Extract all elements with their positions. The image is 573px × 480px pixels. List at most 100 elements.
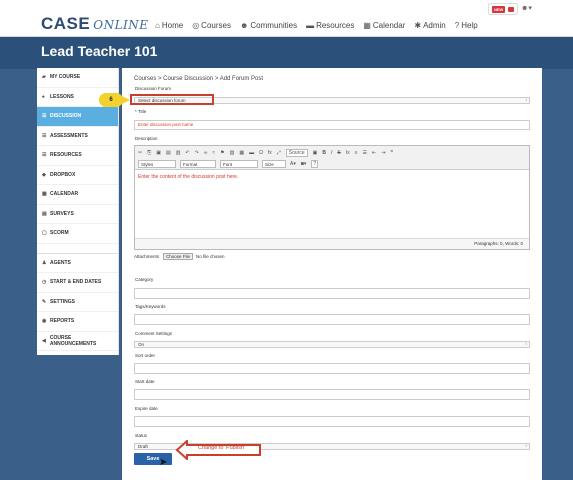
- nav-help[interactable]: ? Help: [455, 21, 478, 30]
- formula-icon[interactable]: fx: [268, 150, 272, 156]
- sidebar-item-label: SCORM: [50, 230, 69, 237]
- image-icon[interactable]: ▨: [230, 150, 235, 156]
- link-icon[interactable]: ∞: [204, 150, 208, 156]
- sidebar-item-label: MY COURSE: [50, 74, 81, 81]
- unlink-icon[interactable]: ≈: [212, 150, 215, 156]
- notifications[interactable]: NEW: [488, 3, 519, 15]
- format-select[interactable]: Format: [180, 160, 216, 168]
- courses-icon: ◎: [192, 21, 200, 30]
- breadcrumb: Courses > Course Discussion > Add Forum …: [134, 76, 264, 82]
- attachments-row: Attachments Choose File No file chosen: [134, 253, 225, 260]
- tags-label: Tags/Keywords: [135, 304, 166, 309]
- sidebar-item-start-end-dates[interactable]: ◷ START & END DATES: [37, 273, 118, 293]
- sidebar-item-assessments[interactable]: ☰ ASSESSMENTS: [37, 127, 118, 146]
- brand-name: CASE: [41, 14, 91, 33]
- sidebar-icon: ▰: [42, 74, 46, 81]
- nav-courses[interactable]: ◎ Courses: [192, 21, 231, 30]
- font-select[interactable]: Font: [220, 160, 258, 168]
- sidebar-item-label: ASSESSMENTS: [50, 132, 88, 139]
- bold-icon[interactable]: B: [322, 150, 326, 156]
- nav-label: Resources: [316, 21, 355, 30]
- sidebar-item-agents[interactable]: ♟ AGENTS: [37, 254, 118, 273]
- communities-icon: ☻: [239, 21, 249, 30]
- main-nav: ⌂ Home ◎ Courses ☻ Communities ▬ Resources ▦ Cale…: [155, 21, 487, 30]
- help-editor-icon[interactable]: ?: [311, 160, 319, 168]
- title-input[interactable]: Enter discussion post name: [134, 120, 530, 130]
- hline-icon[interactable]: ▬: [249, 150, 254, 156]
- italic-icon[interactable]: I: [331, 150, 332, 156]
- sort-order-input[interactable]: [134, 363, 530, 374]
- sidebar-item-scorm[interactable]: ▢ SCORM: [37, 224, 118, 244]
- nav-calendar[interactable]: ▦ Calendar: [363, 21, 405, 30]
- special-char-icon[interactable]: Ω: [259, 150, 263, 156]
- nav-communities[interactable]: ☻ Communities: [240, 21, 297, 30]
- nav-admin[interactable]: ✱ Admin: [414, 21, 445, 30]
- cut-icon[interactable]: ✂: [138, 150, 142, 156]
- sidebar-item-resources[interactable]: ☰ RESOURCES: [37, 146, 118, 166]
- sidebar-item-dropbox[interactable]: ◆ DROPBOX: [37, 166, 118, 185]
- sidebar-icon: ♠: [42, 93, 45, 100]
- sidebar-item-label: AGENTS: [50, 259, 71, 266]
- source-button[interactable]: Source: [285, 149, 308, 157]
- sidebar-item-calendar[interactable]: ▦ CALENDAR: [37, 185, 118, 205]
- size-select[interactable]: Size: [262, 160, 286, 168]
- tags-input[interactable]: [134, 314, 530, 325]
- text-color-icon[interactable]: A▾: [290, 161, 296, 167]
- nav-home[interactable]: ⌂ Home: [155, 21, 183, 30]
- sidebar-icon: ▤: [42, 210, 47, 217]
- sidebar-item-label: DROPBOX: [50, 171, 76, 178]
- bg-color-icon[interactable]: ◙▾: [301, 161, 307, 167]
- outdent-icon[interactable]: ⇤: [372, 150, 376, 156]
- sidebar-icon: ▢: [42, 230, 47, 237]
- category-input[interactable]: [134, 288, 530, 299]
- strike-icon[interactable]: S: [337, 150, 340, 156]
- sidebar-icon: ◷: [42, 279, 47, 286]
- nav-resources[interactable]: ▬ Resources: [306, 21, 354, 30]
- rich-text-editor[interactable]: ✂ ⎘ ▣ ▤ ▥ ↶ ↷ ∞ ≈ ⚑ ▨ ▦ ▬ Ω fx ⤢ Source …: [134, 145, 530, 250]
- template-icon[interactable]: ▣: [313, 150, 318, 156]
- sidebar-icon: ☰: [42, 113, 47, 120]
- bullet-list-icon[interactable]: ☰: [363, 150, 367, 156]
- nav-label: Courses: [201, 21, 231, 30]
- sidebar-icon: ◆: [42, 171, 46, 178]
- sidebar-item-label: START & END DATES: [50, 279, 102, 286]
- paste-icon[interactable]: ▣: [156, 150, 161, 156]
- table-icon[interactable]: ▦: [239, 150, 244, 156]
- expire-date-label: Expire date: [135, 406, 158, 411]
- start-date-input[interactable]: [134, 389, 530, 400]
- paste-word-icon[interactable]: ▥: [176, 150, 181, 156]
- brand-logo[interactable]: CASE ONLINE: [41, 14, 149, 34]
- sidebar-item-label: RESOURCES: [50, 152, 82, 159]
- copy-icon[interactable]: ⎘: [147, 150, 151, 156]
- mail-icon[interactable]: [508, 6, 515, 12]
- course-sidebar: ▰ MY COURSE ♠ LESSONS ☰ DISCUSSION ☰ ASSESSMENT…: [37, 68, 119, 355]
- publish-note: Change to 'Publish': [198, 445, 246, 451]
- numbered-list-icon[interactable]: ≡: [355, 150, 358, 156]
- comment-settings-select[interactable]: On: [134, 341, 530, 348]
- editor-content[interactable]: Enter the content of the discussion post…: [135, 170, 529, 238]
- remove-format-icon[interactable]: Ix: [346, 150, 350, 156]
- undo-icon[interactable]: ↶: [185, 150, 189, 156]
- expire-date-input[interactable]: [134, 416, 530, 427]
- choose-file-button[interactable]: Choose File: [163, 253, 194, 260]
- sidebar-item-reports[interactable]: ◉ REPORTS: [37, 312, 118, 332]
- anchor-icon[interactable]: ⚑: [220, 150, 224, 156]
- sidebar-item-settings[interactable]: ✎ SETTINGS: [37, 293, 118, 312]
- styles-select[interactable]: Styles: [138, 160, 176, 168]
- gear-icon: ✱: [414, 21, 422, 30]
- sidebar-item-label: SETTINGS: [50, 298, 76, 305]
- paste-text-icon[interactable]: ▤: [166, 150, 171, 156]
- indent-icon[interactable]: ⇥: [381, 150, 385, 156]
- sidebar-item-surveys[interactable]: ▤ SURVEYS: [37, 205, 118, 224]
- sidebar-item-discussion[interactable]: ☰ DISCUSSION: [37, 107, 118, 127]
- forum-label: Discussion Forum: [135, 86, 172, 91]
- sidebar-item-my-course[interactable]: ▰ MY COURSE: [37, 68, 118, 88]
- sidebar-icon: ◉: [42, 318, 47, 325]
- blockquote-icon[interactable]: ❞: [390, 150, 393, 156]
- sidebar-item-course-announcements[interactable]: ◀ COURSE ANNOUNCEMENTS: [37, 332, 118, 351]
- user-menu-icon[interactable]: ☻▾: [521, 4, 532, 12]
- main-content: Courses > Course Discussion > Add Forum …: [122, 68, 542, 480]
- top-navbar: CASE ONLINE ⌂ Home ◎ Courses ☻ Communities ▬ Res…: [0, 0, 573, 37]
- redo-icon[interactable]: ↷: [195, 150, 199, 156]
- maximize-icon[interactable]: ⤢: [277, 150, 281, 156]
